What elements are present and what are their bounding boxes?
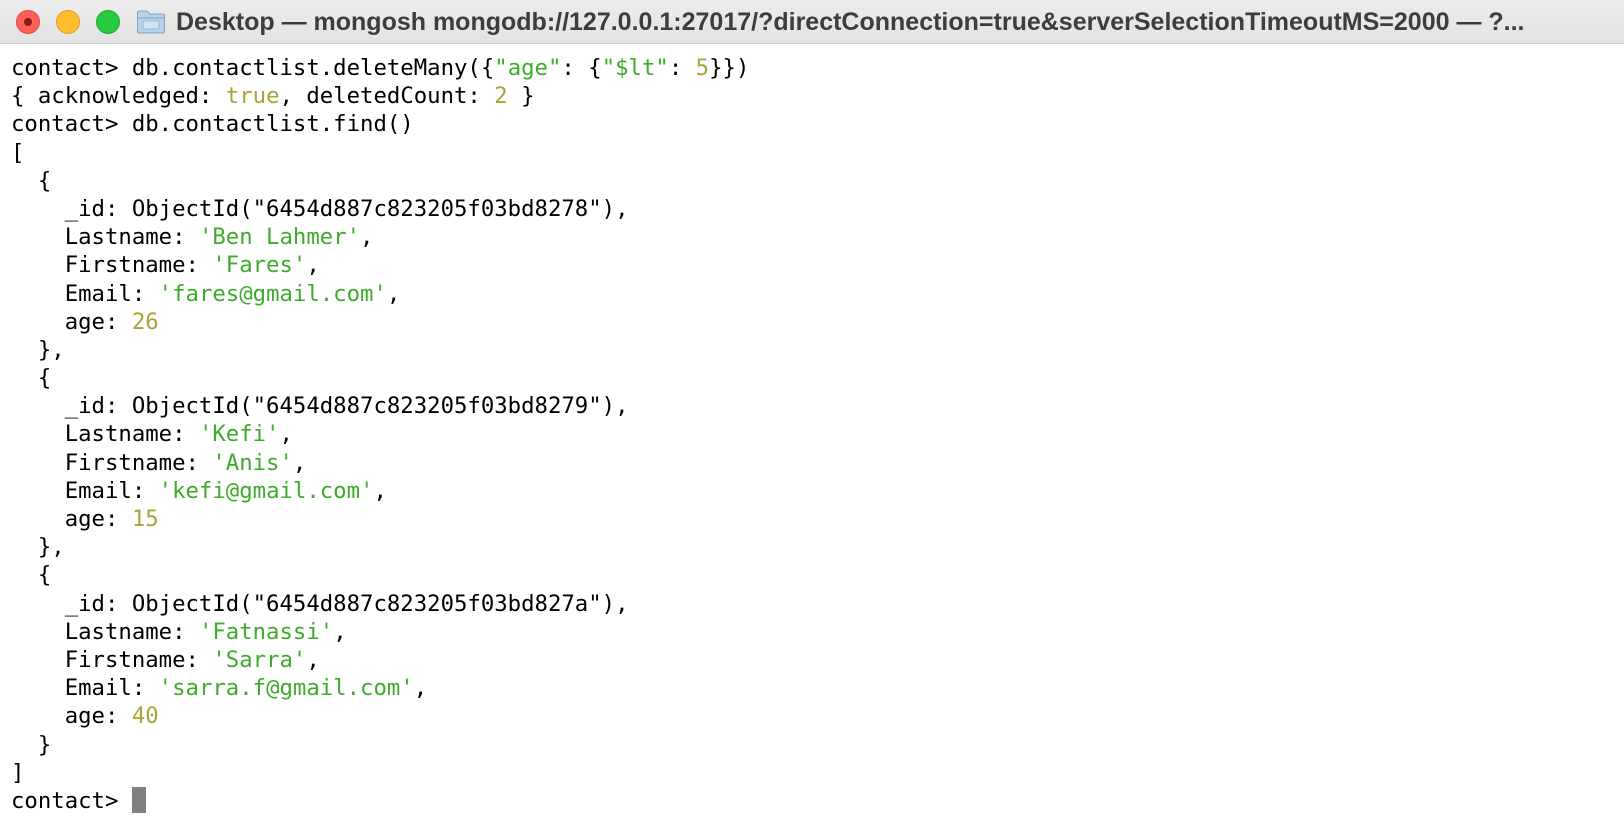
close-icon [24,18,32,26]
object-brace: { [11,562,52,589]
close-button[interactable] [16,10,40,34]
punctuation: , [306,252,320,279]
field-key: Lastname: [11,421,199,448]
field-value-email: 'kefi@gmail.com' [158,477,374,504]
command-text: : [668,55,696,81]
object-id: _id: ObjectId("6454d887c823205f03bd8278"… [11,195,629,222]
command-text: db.contactlist.find() [131,111,414,138]
document-field: Firstname: 'Fares', [11,251,1611,279]
field-key: Email: [11,477,159,504]
field-value-age: 15 [131,506,159,532]
document-field: age: 40 [11,702,1611,730]
folder-icon [137,10,165,34]
punctuation: , [306,646,320,673]
boolean-value: true [225,83,280,110]
output-text: { acknowledged: [11,83,226,110]
punctuation: , [386,280,401,307]
field-key: age: [11,506,132,532]
output-text: } [507,83,535,110]
prompt: contact> [11,111,132,138]
output-text: , deletedCount: [279,83,495,110]
field-key: Email: [11,675,159,702]
command-line: contact> db.contactlist.find() [11,110,1611,138]
command-text: db.contactlist.deleteMany({ [131,55,495,81]
field-key: age: [11,703,132,730]
document-field: age: 26 [11,308,1611,336]
object-brace: { [11,365,52,392]
punctuation: , [360,224,374,251]
field-value-lastname: 'Ben Lahmer' [198,224,361,251]
document-field: Email: 'kefi@gmail.com', [11,477,1611,505]
array-bracket: ] [11,759,25,786]
field-key: Firstname: [11,646,213,673]
punctuation: , [292,449,307,476]
command-line: contact> db.contactlist.deleteMany({"age… [11,54,1611,82]
field-key: Lastname: [11,224,199,251]
document-field: Email: 'fares@gmail.com', [11,280,1611,308]
terminal-output[interactable]: contact> db.contactlist.deleteMany({"age… [11,54,1611,814]
object-brace: }, [11,336,65,363]
output-line: [ [11,139,1611,167]
field-value-firstname: 'Sarra' [212,646,307,673]
field-value-firstname: 'Fares' [212,252,307,279]
field-value-lastname: 'Kefi' [198,421,280,448]
result-line: { acknowledged: true, deletedCount: 2 } [11,82,1611,110]
field-value-email: 'sarra.f@gmail.com' [158,675,414,702]
prompt: contact> [11,787,132,814]
document-field: Lastname: 'Kefi', [11,420,1611,448]
object-brace: }, [11,534,65,561]
object-id: _id: ObjectId("6454d887c823205f03bd827a"… [11,590,629,617]
window-title: Desktop — mongosh mongodb://127.0.0.1:27… [176,8,1525,36]
output-line: } [11,731,1611,759]
number-value: 2 [494,83,508,110]
document-field: Email: 'sarra.f@gmail.com', [11,674,1611,702]
field-key: age: [11,308,132,335]
punctuation: , [333,618,347,645]
document-field: Firstname: 'Sarra', [11,646,1611,674]
output-line: }, [11,533,1611,561]
document-field: Lastname: 'Fatnassi', [11,618,1611,646]
field-key: Email: [11,280,159,307]
array-bracket: [ [11,139,25,166]
output-line: { [11,167,1611,195]
field-value-age: 26 [131,308,159,335]
document-field: Firstname: 'Anis', [11,449,1611,477]
title-bar[interactable]: Desktop — mongosh mongodb://127.0.0.1:27… [0,0,1624,44]
string-literal: "age" [494,55,562,81]
document-field: _id: ObjectId("6454d887c823205f03bd8278"… [11,195,1611,223]
zoom-button[interactable] [96,10,120,34]
field-key: Lastname: [11,618,199,645]
punctuation: , [373,477,387,504]
object-brace: } [11,731,52,758]
output-line: { [11,364,1611,392]
field-value-firstname: 'Anis' [212,449,293,476]
field-value-email: 'fares@gmail.com' [158,280,387,307]
field-value-lastname: 'Fatnassi' [198,618,334,645]
string-literal: "$lt" [601,55,669,81]
punctuation: , [279,421,293,448]
field-key: Firstname: [11,252,213,279]
punctuation: , [413,675,428,702]
command-text: }}) [709,55,750,81]
prompt: contact> [11,55,132,81]
document-field: age: 15 [11,505,1611,533]
field-value-age: 40 [131,703,159,730]
field-key: Firstname: [11,449,213,476]
prompt-line: contact> [11,786,1611,815]
text-cursor[interactable] [131,786,146,813]
terminal-window: Desktop — mongosh mongodb://127.0.0.1:27… [0,0,1624,820]
document-field: Lastname: 'Ben Lahmer', [11,223,1611,251]
minimize-button[interactable] [56,10,80,34]
output-line: { [11,561,1611,589]
output-line: }, [11,336,1611,364]
object-id: _id: ObjectId("6454d887c823205f03bd8279"… [11,393,629,420]
object-brace: { [11,167,52,194]
document-field: _id: ObjectId("6454d887c823205f03bd827a"… [11,590,1611,618]
command-text: : { [561,55,602,81]
number-literal: 5 [695,55,710,81]
document-field: _id: ObjectId("6454d887c823205f03bd8279"… [11,392,1611,420]
output-line: ] [11,759,1611,787]
